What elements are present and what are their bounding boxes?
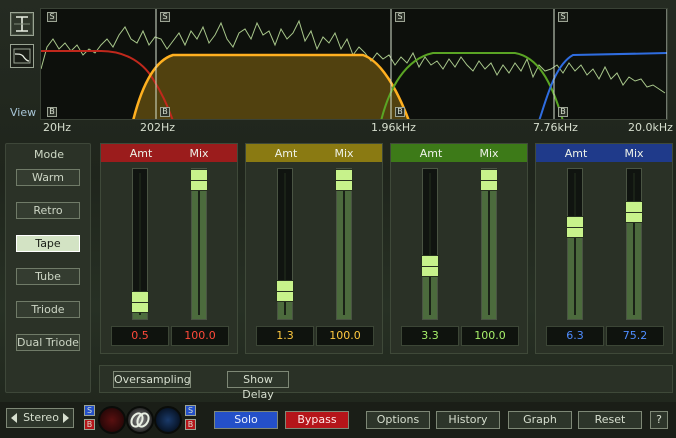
band-1-bypass-icon[interactable]: B — [47, 107, 57, 117]
mode-triode-button[interactable]: Triode — [16, 301, 80, 318]
channel-selector[interactable]: Stereo — [6, 408, 74, 428]
curve-icon — [13, 48, 31, 64]
view-toolbar: View — [4, 8, 38, 120]
slider-thumb[interactable] — [566, 216, 584, 238]
amt-label: Amt — [564, 147, 588, 160]
oversampling-button[interactable]: Oversampling — [113, 371, 191, 388]
mode-tube-button[interactable]: Tube — [16, 268, 80, 285]
band-4-panel: Amt Mix 6.3 75.2 — [535, 143, 673, 354]
mix-label: Mix — [334, 147, 354, 160]
mode-retro-button[interactable]: Retro — [16, 202, 80, 219]
amt-label: Amt — [129, 147, 153, 160]
blue-link-knob-icon[interactable] — [154, 406, 182, 434]
slider-thumb[interactable] — [276, 280, 294, 302]
graph-button[interactable]: Graph — [508, 411, 572, 429]
band-3-amt-slider[interactable] — [421, 168, 439, 320]
mode-panel: Mode Warm Retro Tape Tube Triode Dual Tr… — [5, 143, 91, 393]
amt-label: Amt — [419, 147, 443, 160]
band-2-amt-value[interactable]: 1.3 — [256, 326, 314, 346]
freq-label: 202Hz — [140, 121, 176, 134]
cursor-icon — [14, 16, 30, 32]
band-2-bypass-icon[interactable]: B — [160, 107, 170, 117]
curve-view-icon[interactable] — [10, 44, 34, 68]
chain-icon — [130, 412, 150, 428]
bypass-button[interactable]: Bypass — [285, 411, 349, 429]
freq-label: 1.96kHz — [371, 121, 416, 134]
band-3-bypass-icon[interactable]: B — [395, 107, 405, 117]
options-strip: Oversampling Show Delay — [99, 365, 673, 401]
band-3-panel: Amt Mix 3.3 100.0 — [390, 143, 528, 354]
solo-button[interactable]: Solo — [214, 411, 278, 429]
band-4-amt-slider[interactable] — [566, 168, 584, 320]
band-4-header: Amt Mix — [536, 144, 672, 162]
reset-button[interactable]: Reset — [578, 411, 642, 429]
mix-label: Mix — [189, 147, 209, 160]
band-1-mix-slider[interactable] — [190, 168, 208, 320]
slider-thumb[interactable] — [190, 169, 208, 191]
red-link-knob-icon[interactable] — [98, 406, 126, 434]
mix-label: Mix — [479, 147, 499, 160]
bypass-small-icon[interactable]: B — [185, 419, 196, 430]
band-4-amt-value[interactable]: 6.3 — [546, 326, 604, 346]
saturation-plugin-window: View S B S B S B S B 20Hz 202Hz 1.96kHz … — [0, 0, 676, 438]
band-3-amt-value[interactable]: 3.3 — [401, 326, 459, 346]
spectrum-svg — [41, 9, 667, 119]
show-delay-button[interactable]: Show Delay — [227, 371, 289, 401]
next-arrow-icon[interactable] — [63, 413, 69, 423]
mix-label: Mix — [624, 147, 644, 160]
band-3-header: Amt Mix — [391, 144, 527, 162]
band-3-solo-icon[interactable]: S — [395, 12, 405, 22]
band-1-header: Amt Mix — [101, 144, 237, 162]
channel-label: Stereo — [23, 411, 59, 424]
band-4-bypass-icon[interactable]: B — [558, 107, 568, 117]
slider-thumb[interactable] — [131, 291, 149, 313]
band-1-amt-slider[interactable] — [131, 168, 149, 320]
band-2-panel: Amt Mix 1.3 100.0 — [245, 143, 383, 354]
view-label: View — [10, 106, 37, 119]
spectrum-graph[interactable]: S B S B S B S B — [40, 8, 668, 120]
mode-dual-triode-button[interactable]: Dual Triode — [16, 334, 80, 351]
band-1-panel: Amt Mix 0.5 100.0 — [100, 143, 238, 354]
spectrum-view-icon[interactable] — [10, 12, 34, 36]
freq-label: 20Hz — [43, 121, 72, 134]
freq-label: 7.76kHz — [533, 121, 578, 134]
band-2-fill — [133, 55, 409, 119]
solo-small-icon[interactable]: S — [185, 405, 196, 416]
mode-warm-button[interactable]: Warm — [16, 169, 80, 186]
band-4-solo-icon[interactable]: S — [558, 12, 568, 22]
band-2-solo-icon[interactable]: S — [160, 12, 170, 22]
slider-thumb[interactable] — [480, 169, 498, 191]
band-1-solo-icon[interactable]: S — [47, 12, 57, 22]
slider-thumb[interactable] — [421, 255, 439, 277]
band-4-mix-slider[interactable] — [625, 168, 643, 320]
band-2-amt-slider[interactable] — [276, 168, 294, 320]
slider-thumb[interactable] — [335, 169, 353, 191]
mode-tape-button[interactable]: Tape — [16, 235, 80, 252]
band-1-mix-value[interactable]: 100.0 — [171, 326, 229, 346]
freq-label: 20.0kHz — [628, 121, 673, 134]
mode-title: Mode — [34, 148, 64, 161]
band-1-amt-value[interactable]: 0.5 — [111, 326, 169, 346]
prev-arrow-icon[interactable] — [11, 413, 17, 423]
band-2-header: Amt Mix — [246, 144, 382, 162]
band-2-mix-slider[interactable] — [335, 168, 353, 320]
band-3-mix-slider[interactable] — [480, 168, 498, 320]
band-3-mix-value[interactable]: 100.0 — [461, 326, 519, 346]
global-bypass-icon[interactable]: B — [84, 419, 95, 430]
bottom-toolbar: Stereo S B S B Solo Bypass Options Histo… — [0, 402, 676, 438]
frequency-scale: 20Hz 202Hz 1.96kHz 7.76kHz 20.0kHz — [40, 120, 673, 134]
help-button[interactable]: ? — [650, 411, 668, 429]
slider-thumb[interactable] — [625, 201, 643, 223]
amt-label: Amt — [274, 147, 298, 160]
link-icon[interactable] — [126, 406, 154, 434]
history-button[interactable]: History — [436, 411, 500, 429]
band-3-curve — [380, 52, 564, 119]
global-solo-icon[interactable]: S — [84, 405, 95, 416]
band-4-mix-value[interactable]: 75.2 — [606, 326, 664, 346]
options-button[interactable]: Options — [366, 411, 430, 429]
band-2-mix-value[interactable]: 100.0 — [316, 326, 374, 346]
